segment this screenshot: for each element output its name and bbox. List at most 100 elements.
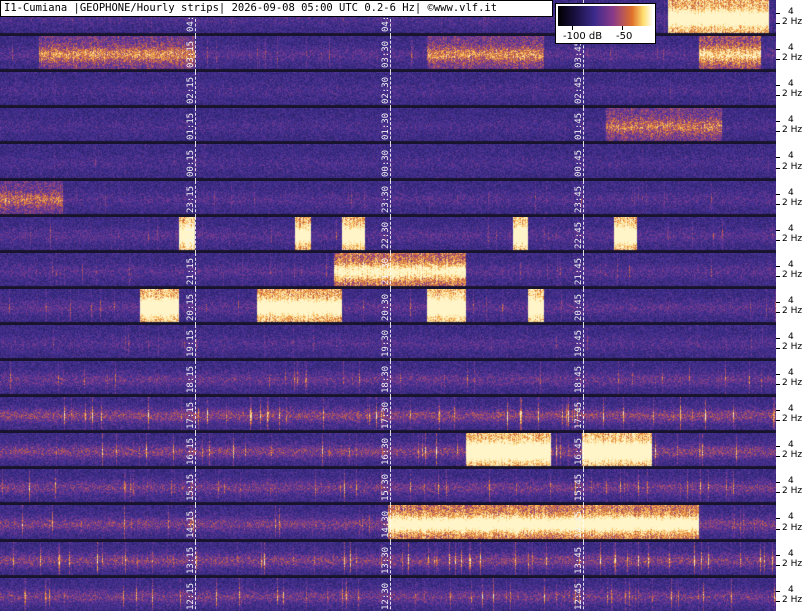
colorbar-label-high: -50 — [616, 31, 633, 42]
time-tick-label: 21:15 — [186, 257, 196, 285]
frequency-axis: 42 Hz — [776, 72, 812, 108]
time-tick-label: 23:30 — [381, 185, 391, 213]
time-tick-label: 14:15 — [186, 510, 196, 538]
frequency-label: 4 — [788, 296, 794, 306]
frequency-label: 4 — [788, 115, 794, 125]
time-tick-label: 02:30 — [381, 76, 391, 104]
frequency-label: 4 — [788, 476, 794, 486]
frequency-tick — [776, 591, 780, 592]
frequency-axis: 42 Hz — [776, 397, 812, 433]
frequency-tick — [776, 121, 780, 122]
frequency-label: 2 Hz — [782, 559, 803, 569]
frequency-axis: 42 Hz — [776, 108, 812, 144]
hour-strip: 23:15 23:30 23:45 — [0, 181, 776, 217]
frequency-tick — [776, 338, 780, 339]
time-tick-label: 03:45 — [574, 40, 584, 68]
frequency-label: 4 — [788, 79, 794, 89]
frequency-tick — [776, 240, 780, 241]
time-tick-label: 16:15 — [186, 437, 196, 465]
frequency-tick — [776, 168, 780, 169]
time-tick-label: 02:15 — [186, 76, 196, 104]
colorbar-label-low: -100 dB — [563, 31, 603, 42]
time-tick-label: 13:45 — [574, 546, 584, 574]
frequency-label: 2 Hz — [782, 17, 803, 27]
frequency-tick — [776, 49, 780, 50]
hour-strip: 13:15 13:30 13:45 — [0, 542, 776, 578]
time-tick-label: 23:45 — [574, 185, 584, 213]
frequency-tick — [776, 302, 780, 303]
time-tick-label: 01:45 — [574, 112, 584, 140]
frequency-label: 2 Hz — [782, 125, 803, 135]
time-tick-label: 20:30 — [381, 293, 391, 321]
frequency-tick — [776, 482, 780, 483]
frequency-tick — [776, 95, 780, 96]
frequency-axis: 42 Hz — [776, 433, 812, 469]
time-tick-label: 22:15 — [186, 221, 196, 249]
frequency-axis: 42 Hz — [776, 36, 812, 72]
hour-strip: 20:15 20:30 20:45 — [0, 289, 776, 325]
time-tick-label: 02:45 — [574, 76, 584, 104]
spectrogram-view: 04:1504:3004:4542 Hz03:1503:3003:4542 Hz… — [0, 0, 812, 611]
frequency-tick — [776, 157, 780, 158]
frequency-tick — [776, 276, 780, 277]
time-tick-label: 21:30 — [381, 257, 391, 285]
page-title: I1-Cumiana |GEOPHONE/Hourly strips| 2026… — [0, 0, 553, 17]
time-tick-label: 13:15 — [186, 546, 196, 574]
frequency-label: 2 Hz — [782, 53, 803, 63]
time-tick-label: 19:45 — [574, 329, 584, 357]
time-tick-label: 22:30 — [381, 221, 391, 249]
colorbar-legend: -100 dB -50 — [555, 3, 656, 44]
hour-strip: 03:15 03:30 03:45 — [0, 36, 776, 72]
hour-strip: 17:15 17:30 17:45 — [0, 397, 776, 433]
time-tick-label: 00:30 — [381, 149, 391, 177]
hour-strip: 21:15 21:30 21:45 — [0, 253, 776, 289]
hour-strip: 14:15 14:30 14:45 — [0, 505, 776, 542]
time-tick-label: 01:30 — [381, 112, 391, 140]
hour-strip: 02:15 02:30 02:45 — [0, 72, 776, 108]
frequency-axis: 42 Hz — [776, 469, 812, 505]
time-tick-label: 03:30 — [381, 40, 391, 68]
time-tick-label: 17:30 — [381, 401, 391, 429]
frequency-axis: 42 Hz — [776, 217, 812, 253]
hour-strip: 15:15 15:30 15:45 — [0, 469, 776, 505]
colorbar-tick — [572, 26, 573, 30]
frequency-label: 2 Hz — [782, 523, 803, 533]
frequency-tick — [776, 384, 780, 385]
frequency-tick — [776, 529, 780, 530]
frequency-tick — [776, 312, 780, 313]
frequency-tick — [776, 59, 780, 60]
time-tick-label: 14:30 — [381, 510, 391, 538]
colorbar-tick — [622, 26, 623, 30]
time-tick-label: 19:15 — [186, 329, 196, 357]
frequency-tick — [776, 565, 780, 566]
frequency-label: 4 — [788, 188, 794, 198]
time-tick-label: 23:15 — [186, 185, 196, 213]
time-tick-label: 20:45 — [574, 293, 584, 321]
time-tick-label: 01:15 — [186, 112, 196, 140]
frequency-label: 2 Hz — [782, 486, 803, 496]
time-tick-label: 00:45 — [574, 149, 584, 177]
hour-strip: 19:15 19:30 19:45 — [0, 325, 776, 361]
hour-strip: 01:15 01:30 01:45 — [0, 108, 776, 144]
hour-strip: 22:15 22:30 22:45 — [0, 217, 776, 253]
frequency-label: 4 — [788, 585, 794, 595]
frequency-tick — [776, 555, 780, 556]
time-tick-label: 14:45 — [574, 510, 584, 538]
frequency-label: 2 Hz — [782, 306, 803, 316]
hour-strip: 18:15 18:30 18:45 — [0, 361, 776, 397]
frequency-label: 2 Hz — [782, 270, 803, 280]
time-tick-label: 21:45 — [574, 257, 584, 285]
frequency-label: 4 — [788, 224, 794, 234]
frequency-axis: 42 Hz — [776, 505, 812, 542]
frequency-tick — [776, 601, 780, 602]
frequency-tick — [776, 230, 780, 231]
frequency-label: 2 Hz — [782, 89, 803, 99]
time-tick-label: 20:15 — [186, 293, 196, 321]
time-tick-label: 15:30 — [381, 473, 391, 501]
frequency-tick — [776, 194, 780, 195]
frequency-label: 2 Hz — [782, 378, 803, 388]
frequency-tick — [776, 456, 780, 457]
frequency-label: 2 Hz — [782, 414, 803, 424]
time-tick-label: 12:30 — [381, 582, 391, 610]
frequency-axis: 42 Hz — [776, 181, 812, 217]
